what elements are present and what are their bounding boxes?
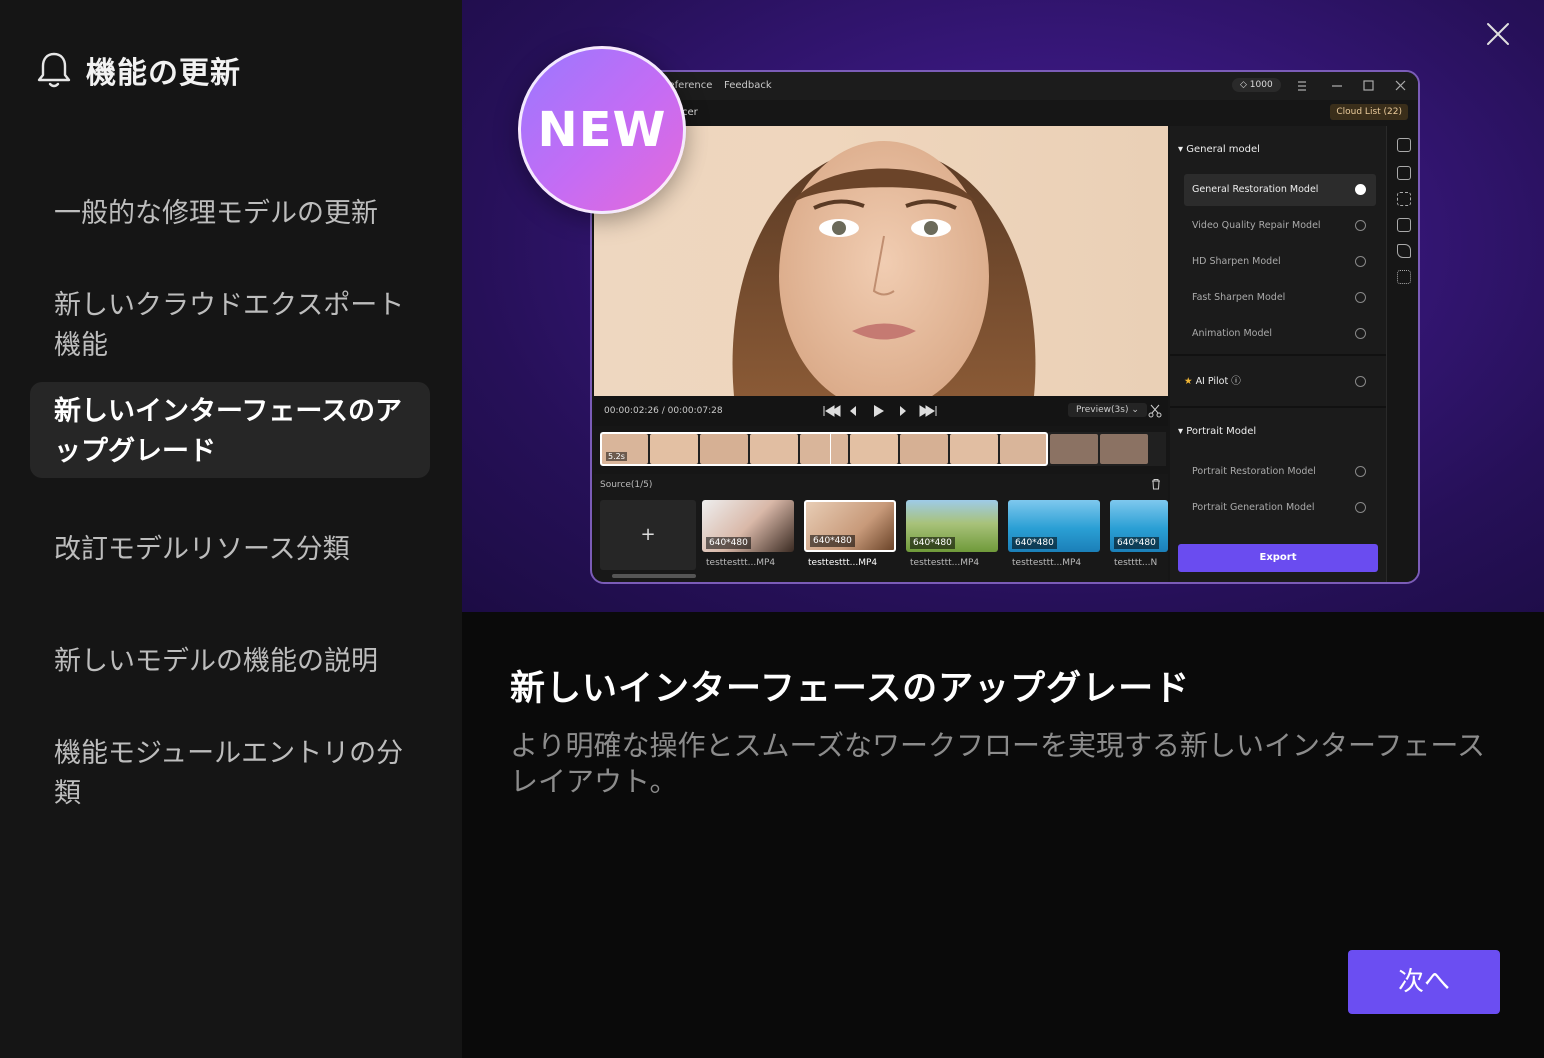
trash-icon[interactable] (1150, 478, 1162, 490)
pencil-tool-icon[interactable] (1397, 218, 1411, 232)
thumb-resolution: 640*480 (1012, 537, 1057, 549)
video-preview (594, 126, 1168, 396)
radio (1355, 292, 1366, 303)
model-option-general-restoration[interactable]: General Restoration Model (1184, 174, 1376, 206)
time-display: 00:00:02:26 / 00:00:07:28 (604, 406, 723, 416)
source-thumbnail[interactable]: 640*480 (1110, 500, 1168, 552)
radio-selected (1355, 184, 1366, 195)
feature-headline: 新しいインターフェースのアップグレード (510, 669, 1191, 709)
credits-badge: ◇ 1000 (1232, 78, 1281, 92)
model-panel: ▾ General model General Restoration Mode… (1170, 126, 1386, 582)
credits-value: 1000 (1249, 80, 1273, 90)
thumb-filename: testtesttt...MP4 (1012, 558, 1082, 568)
sidebar-title: 機能の更新 (86, 56, 241, 91)
clip-duration: 5.2s (606, 452, 627, 461)
portrait-image (732, 141, 1036, 396)
sidebar-item-interface-upgrade[interactable]: 新しいインターフェースのアップグレード (30, 382, 430, 478)
preview-select[interactable]: Preview(3s) ⌄ (1068, 403, 1147, 417)
export-button[interactable]: Export (1178, 544, 1378, 572)
sidebar-item-general-repair-update[interactable]: 一般的な修理モデルの更新 (30, 186, 430, 242)
model-option-label: Animation Model (1192, 328, 1272, 339)
model-option-portrait-restoration[interactable]: Portrait Restoration Model (1184, 456, 1376, 488)
playhead[interactable] (830, 432, 831, 466)
source-thumbnail-selected[interactable]: 640*480 (804, 500, 896, 552)
timeline-selection[interactable] (600, 432, 1048, 466)
model-option-label: Fast Sharpen Model (1192, 292, 1286, 303)
window-controls (1298, 80, 1406, 91)
source-title: Source(1/5) (600, 480, 653, 490)
app-screenshot: Reference Feedback ◇ 1000 cer Cloud List… (590, 70, 1420, 584)
bell-icon (37, 52, 71, 88)
add-source-button[interactable]: + (600, 500, 696, 570)
select-tool-icon[interactable] (1397, 270, 1411, 284)
preview-select-label: Preview(3s) (1076, 405, 1129, 415)
radio (1355, 376, 1366, 387)
model-option-label: General Restoration Model (1192, 184, 1319, 195)
close-icon (1487, 23, 1509, 45)
general-model-header[interactable]: ▾ General model (1178, 144, 1260, 155)
sidebar-item-model-description[interactable]: 新しいモデルの機能の説明 (30, 634, 430, 690)
model-option-label: HD Sharpen Model (1192, 256, 1281, 267)
sidebar: 機能の更新 一般的な修理モデルの更新 新しいクラウドエクスポート機能 新しいイン… (0, 0, 462, 1058)
model-option-hd-sharpen[interactable]: HD Sharpen Model (1184, 246, 1376, 278)
source-thumbnail[interactable]: 640*480 (1008, 500, 1100, 552)
panel-divider (1170, 354, 1386, 356)
ai-pilot-option[interactable]: ★ AI Pilot ⓘ (1176, 366, 1376, 398)
timeline-frame (1050, 434, 1098, 464)
scissors-icon[interactable] (1148, 404, 1162, 418)
portrait-model-header[interactable]: ▾ Portrait Model (1178, 426, 1256, 437)
cloud-list-badge: Cloud List (22) (1330, 104, 1408, 120)
panel-divider (1170, 406, 1386, 408)
source-thumbnail[interactable]: 640*480 (702, 500, 794, 552)
thumb-resolution: 640*480 (910, 537, 955, 549)
model-option-label: Portrait Restoration Model (1192, 466, 1316, 477)
thumb-filename: testtesttt...MP4 (808, 558, 878, 568)
source-panel: Source(1/5) + 640*480 testtesttt...MP4 6… (594, 474, 1168, 582)
general-model-header-label: General model (1186, 144, 1260, 155)
model-option-label: Portrait Generation Model (1192, 502, 1315, 513)
thumb-resolution: 640*480 (810, 535, 855, 547)
close-button[interactable] (1478, 14, 1518, 54)
radio (1355, 502, 1366, 513)
radio (1355, 256, 1366, 267)
model-option-label: Video Quality Repair Model (1192, 220, 1321, 231)
star-icon: ★ (1184, 376, 1193, 387)
video-tool-icon[interactable] (1397, 138, 1411, 152)
portrait-model-header-label: Portrait Model (1186, 426, 1257, 437)
radio (1355, 220, 1366, 231)
ai-pilot-label: AI Pilot ⓘ (1195, 376, 1241, 387)
new-badge: NEW (518, 46, 686, 214)
tool-column (1386, 126, 1418, 582)
feature-description: より明確な操作とスムーズなワークフローを実現する新しいインターフェースレイアウト… (510, 729, 1485, 798)
timeline-frame (1100, 434, 1148, 464)
next-button[interactable]: 次へ (1348, 950, 1500, 1014)
sidebar-item-model-resource-classification[interactable]: 改訂モデルリソース分類 (30, 522, 430, 578)
sidebar-item-cloud-export[interactable]: 新しいクラウドエクスポート機能 (30, 278, 430, 374)
model-option-animation[interactable]: Animation Model (1184, 318, 1376, 350)
edit-tool-icon[interactable] (1397, 166, 1411, 180)
new-badge-label: NEW (537, 102, 667, 158)
timeline-strip[interactable]: 5.2s (600, 432, 1166, 466)
horizontal-scrollbar[interactable] (612, 574, 696, 578)
thumb-filename: testtesttt...MP4 (706, 558, 776, 568)
source-thumbnail[interactable]: 640*480 (906, 500, 998, 552)
sidebar-item-module-entry-classification[interactable]: 機能モジュールエントリの分類 (30, 726, 430, 822)
model-option-portrait-generation[interactable]: Portrait Generation Model (1184, 492, 1376, 524)
sidebar-header: 機能の更新 (36, 48, 241, 92)
model-option-fast-sharpen[interactable]: Fast Sharpen Model (1184, 282, 1376, 314)
playback-controls[interactable] (820, 403, 940, 419)
app-titlebar: Reference Feedback ◇ 1000 (592, 72, 1418, 100)
radio (1355, 466, 1366, 477)
model-option-video-quality-repair[interactable]: Video Quality Repair Model (1184, 210, 1376, 242)
playback-bar: 00:00:02:26 / 00:00:07:28 Preview(3s) ⌄ (594, 396, 1168, 426)
thumb-filename: testttt...N (1114, 558, 1158, 568)
thumb-filename: testtesttt...MP4 (910, 558, 980, 568)
radio (1355, 328, 1366, 339)
thumb-resolution: 640*480 (706, 537, 751, 549)
menu-feedback: Feedback (724, 80, 772, 91)
eraser-tool-icon[interactable] (1397, 244, 1411, 258)
grid-tool-icon[interactable] (1397, 192, 1411, 206)
thumb-resolution: 640*480 (1114, 537, 1159, 549)
